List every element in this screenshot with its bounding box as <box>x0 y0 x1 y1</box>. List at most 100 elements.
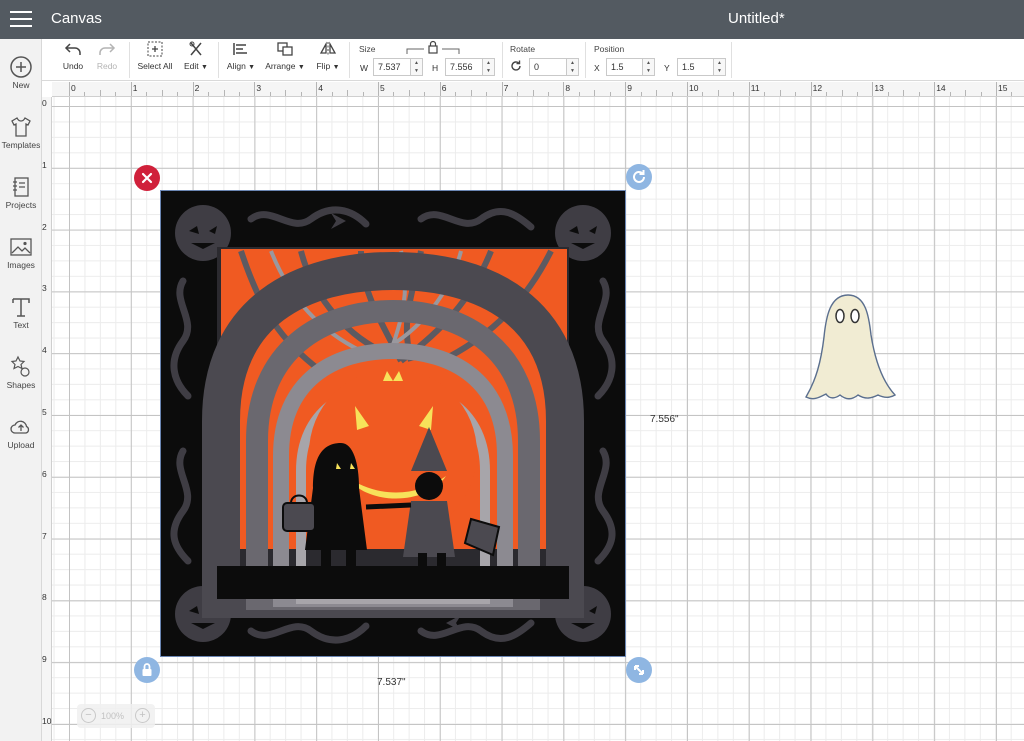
undo-button[interactable]: Undo <box>60 41 86 71</box>
ruler-minor-tick <box>84 92 86 96</box>
arrange-icon <box>277 42 293 56</box>
vertical-ruler: 0 1 2 3 4 5 6 7 8 9 10 <box>42 97 52 741</box>
chevron-down-icon: ▼ <box>297 64 305 71</box>
ruler-number: 9 <box>42 654 47 665</box>
zoom-out-button[interactable]: − <box>81 708 96 723</box>
edit-icon <box>189 41 202 56</box>
toolbar-divider <box>129 42 130 78</box>
ruler-minor-tick <box>99 90 101 96</box>
stepper-arrows-icon[interactable]: ▲ ▼ <box>482 59 494 75</box>
arrange-button[interactable]: Arrange ▼ <box>263 41 307 71</box>
ruler-minor-tick <box>455 92 457 96</box>
ruler-tick <box>69 82 70 96</box>
resize-handle[interactable] <box>626 657 652 683</box>
sidebar-item-templates[interactable]: Templates <box>0 112 42 168</box>
ruler-minor-tick <box>547 92 549 96</box>
select-all-button[interactable]: Select All <box>135 41 175 71</box>
select-all-label: Select All <box>137 61 173 71</box>
sidebar-item-label: Text <box>13 320 29 330</box>
ruler-number: 3 <box>256 83 262 93</box>
ruler-minor-tick <box>115 92 117 96</box>
ruler-minor-tick <box>393 92 395 96</box>
ruler-minor-tick <box>841 90 843 96</box>
edit-button[interactable]: Edit ▼ <box>181 41 211 71</box>
cloud-upload-icon <box>10 420 30 434</box>
flip-button[interactable]: Flip ▼ <box>314 41 342 71</box>
ruler-minor-tick <box>764 92 766 96</box>
ruler-minor-tick <box>424 92 426 96</box>
ghost-shape[interactable] <box>802 292 897 406</box>
ruler-number: 1 <box>42 159 47 170</box>
ruler-tick <box>378 82 379 96</box>
select-all-icon <box>147 41 163 57</box>
sidebar-item-images[interactable]: Images <box>0 232 42 288</box>
lock-handle[interactable] <box>134 657 160 683</box>
lock-aspect-icon[interactable] <box>406 40 460 56</box>
sidebar-item-shapes[interactable]: Shapes <box>0 352 42 408</box>
ruler-tick <box>439 82 441 96</box>
width-letter: W <box>360 63 369 73</box>
align-button[interactable]: Align ▼ <box>225 41 257 71</box>
chevron-down-icon: ▼ <box>201 64 208 71</box>
rotate-icon <box>633 170 645 183</box>
sidebar-item-upload[interactable]: Upload <box>0 412 42 468</box>
sidebar-item-new[interactable]: New <box>0 52 42 108</box>
position-x-input[interactable]: 1.5 ▲ ▼ <box>606 58 655 76</box>
redo-button[interactable]: Redo <box>94 41 120 71</box>
ruler-minor-tick <box>918 92 920 96</box>
stepper-arrows-icon[interactable]: ▲ ▼ <box>410 59 422 75</box>
ruler-minor-tick <box>702 92 704 96</box>
ruler-number: 2 <box>42 221 47 232</box>
delete-handle[interactable] <box>134 165 160 191</box>
ruler-number: 10 <box>689 83 699 93</box>
sidebar-item-projects[interactable]: Projects <box>0 172 42 228</box>
ruler-number: 8 <box>565 83 571 93</box>
zoom-in-button[interactable]: + <box>135 708 150 723</box>
width-input[interactable]: 7.537 ▲ ▼ <box>373 58 423 76</box>
ruler-minor-tick <box>223 90 225 96</box>
ruler-minor-tick <box>826 92 828 96</box>
height-dimension-label: 7.556" <box>650 414 679 425</box>
rotate-input[interactable]: 0 ▲ ▼ <box>529 58 579 76</box>
ruler-minor-tick <box>965 90 967 96</box>
ruler-tick <box>501 82 503 96</box>
ruler-minor-tick <box>779 90 781 96</box>
resize-arrows-icon <box>634 665 644 675</box>
ruler-number: 11 <box>750 83 760 93</box>
sidebar-item-text[interactable]: Text <box>0 292 42 348</box>
ruler-number: 4 <box>318 83 323 93</box>
height-input[interactable]: 7.556 ▲ ▼ <box>445 58 495 76</box>
ruler-number: 4 <box>42 345 47 356</box>
ruler-number: 0 <box>42 98 47 108</box>
menu-icon[interactable] <box>10 11 32 28</box>
sidebar-item-label: Images <box>7 260 35 270</box>
ruler-minor-tick <box>578 92 580 96</box>
x-letter: X <box>594 63 600 73</box>
arrange-label: Arrange <box>265 61 296 71</box>
edit-label: Edit <box>184 61 199 71</box>
plus-circle-icon <box>10 56 32 78</box>
stepper-arrows-icon[interactable]: ▲ ▼ <box>566 59 578 75</box>
left-sidebar: New Templates Projects Images Text Shape… <box>0 39 42 741</box>
ruler-minor-tick <box>161 90 163 96</box>
lock-icon <box>142 663 152 676</box>
position-x-value: 1.5 <box>611 62 624 72</box>
position-y-input[interactable]: 1.5 ▲ ▼ <box>677 58 726 76</box>
image-icon <box>10 238 32 256</box>
halloween-shadowbox-design[interactable] <box>160 190 626 657</box>
ruler-number: 1 <box>132 83 138 93</box>
ruler-number: 9 <box>627 83 632 93</box>
sidebar-item-label: Shapes <box>6 380 36 390</box>
rotate-handle[interactable] <box>626 164 652 190</box>
flip-label: Flip <box>316 61 331 71</box>
document-title[interactable]: Untitled* <box>728 10 785 27</box>
stepper-arrows-icon[interactable]: ▲ ▼ <box>642 59 654 75</box>
position-y-value: 1.5 <box>682 62 695 72</box>
ruler-minor-tick <box>208 92 210 96</box>
tshirt-icon <box>11 117 31 137</box>
edit-toolbar: Undo Redo Select All Edit ▼ Align ▼ Arra… <box>42 39 1024 81</box>
close-icon <box>141 172 153 184</box>
ruler-tick <box>872 82 874 96</box>
stepper-arrows-icon[interactable]: ▲ ▼ <box>713 59 725 75</box>
ruler-minor-tick <box>300 92 302 96</box>
